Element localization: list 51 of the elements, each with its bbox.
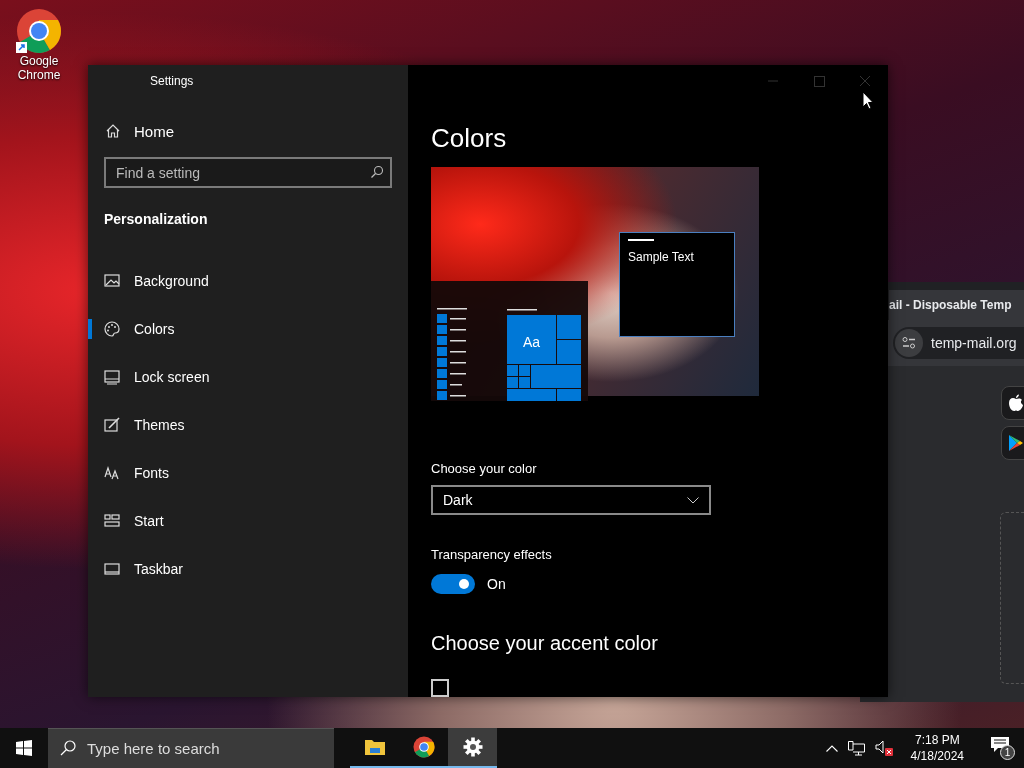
- nav-icon: [103, 560, 121, 578]
- window-title: Settings: [149, 73, 195, 90]
- nav-icon: [103, 368, 121, 386]
- nav-item[interactable]: Lock screen: [88, 353, 408, 401]
- nav-item[interactable]: Colors: [88, 305, 408, 353]
- toggle-state-text: On: [487, 576, 506, 593]
- field-label: Transparency effects: [431, 547, 553, 563]
- nav-icon: [103, 320, 121, 338]
- notification-button[interactable]: 1: [990, 736, 1016, 760]
- home-icon: [105, 123, 121, 139]
- nav-item[interactable]: Taskbar: [88, 545, 408, 593]
- page-title: Colors: [431, 122, 508, 155]
- apple-icon[interactable]: [1008, 394, 1024, 412]
- sample-text: Sample Text: [628, 250, 695, 264]
- volume-icon[interactable]: [874, 740, 893, 756]
- chevron-up-icon[interactable]: [825, 744, 838, 752]
- tile-label: Aa: [523, 334, 541, 350]
- nav-icon: [103, 416, 121, 434]
- chevron-icon: [687, 496, 699, 504]
- home-link[interactable]: Home: [105, 121, 408, 141]
- color-dropdown[interactable]: Dark: [431, 484, 711, 516]
- chrome-icon: [412, 736, 435, 758]
- chrome-icon[interactable]: [16, 8, 62, 54]
- play-store-icon[interactable]: [1008, 434, 1024, 452]
- nav-icon: [103, 272, 121, 290]
- mouse-cursor-icon: [862, 91, 874, 110]
- field-label: Choose your color: [431, 460, 538, 476]
- browser-tab[interactable]: ail - Disposable Temp: [889, 290, 1024, 320]
- section-heading: Personalization: [104, 211, 209, 227]
- windows-logo-icon: [16, 740, 32, 756]
- nav-item[interactable]: Themes: [88, 401, 408, 449]
- desktop-icon-label[interactable]: Google Chrome: [14, 54, 64, 82]
- gear-icon: [462, 737, 483, 757]
- clock[interactable]: 7:18 PM 4/18/2024: [902, 732, 972, 764]
- nav-item[interactable]: Background: [88, 257, 408, 305]
- taskbar-app-button[interactable]: [448, 728, 497, 768]
- search-icon: [370, 165, 384, 179]
- nav-item[interactable]: Fonts: [88, 449, 408, 497]
- taskbar-search-field[interactable]: Type here to search: [48, 728, 334, 768]
- toggle-switch[interactable]: [431, 574, 475, 595]
- site-info-icon[interactable]: [895, 329, 923, 357]
- nav-icon: [103, 512, 121, 530]
- nav-item[interactable]: Start: [88, 497, 408, 545]
- search-field[interactable]: Find a setting: [104, 157, 392, 188]
- folder-icon: [363, 738, 386, 756]
- address-bar[interactable]: temp-mail.org: [893, 327, 1024, 359]
- notification-count: 1: [1000, 745, 1015, 760]
- checkbox[interactable]: [431, 679, 449, 697]
- network-icon[interactable]: [847, 740, 865, 756]
- nav-icon: [103, 464, 121, 482]
- section-heading: Choose your accent color: [431, 632, 659, 656]
